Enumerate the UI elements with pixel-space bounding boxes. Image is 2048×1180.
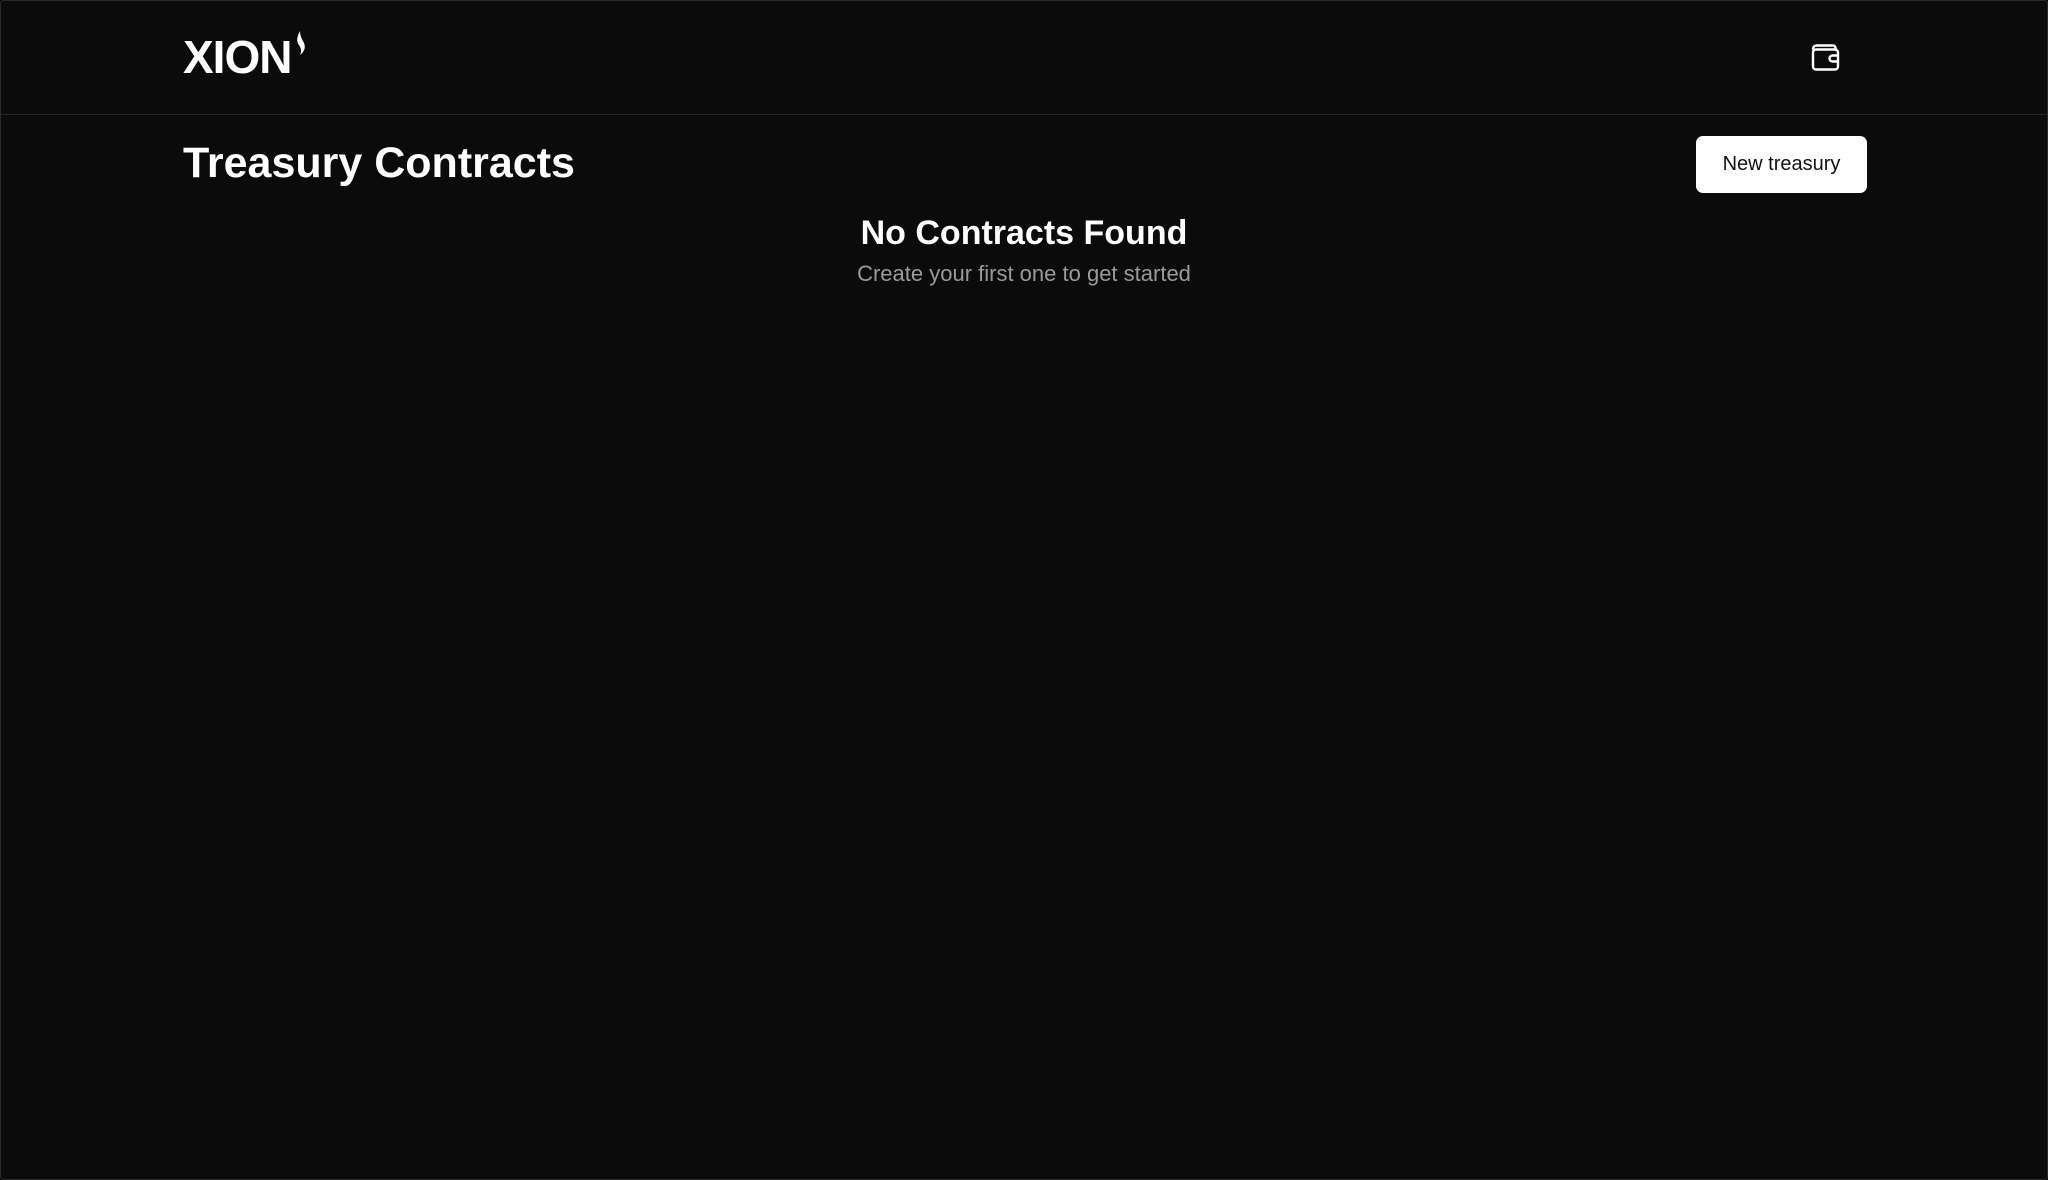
app-window: XION Treasury Contracts New treasury No … (0, 0, 2048, 1180)
xion-logo[interactable]: XION (183, 31, 307, 83)
flame-icon (297, 31, 306, 55)
empty-state-title: No Contracts Found (860, 214, 1188, 252)
new-treasury-button[interactable]: New treasury (1696, 136, 1867, 193)
wallet-button[interactable] (1807, 39, 1845, 77)
empty-state: No Contracts Found Create your first one… (1, 209, 2047, 291)
logo-text: XION (183, 31, 292, 83)
top-navigation-bar: XION (1, 1, 2047, 115)
empty-state-subtitle: Create your first one to get started (857, 261, 1191, 286)
wallet-icon (1811, 44, 1840, 71)
page-title: Treasury Contracts (183, 139, 575, 187)
